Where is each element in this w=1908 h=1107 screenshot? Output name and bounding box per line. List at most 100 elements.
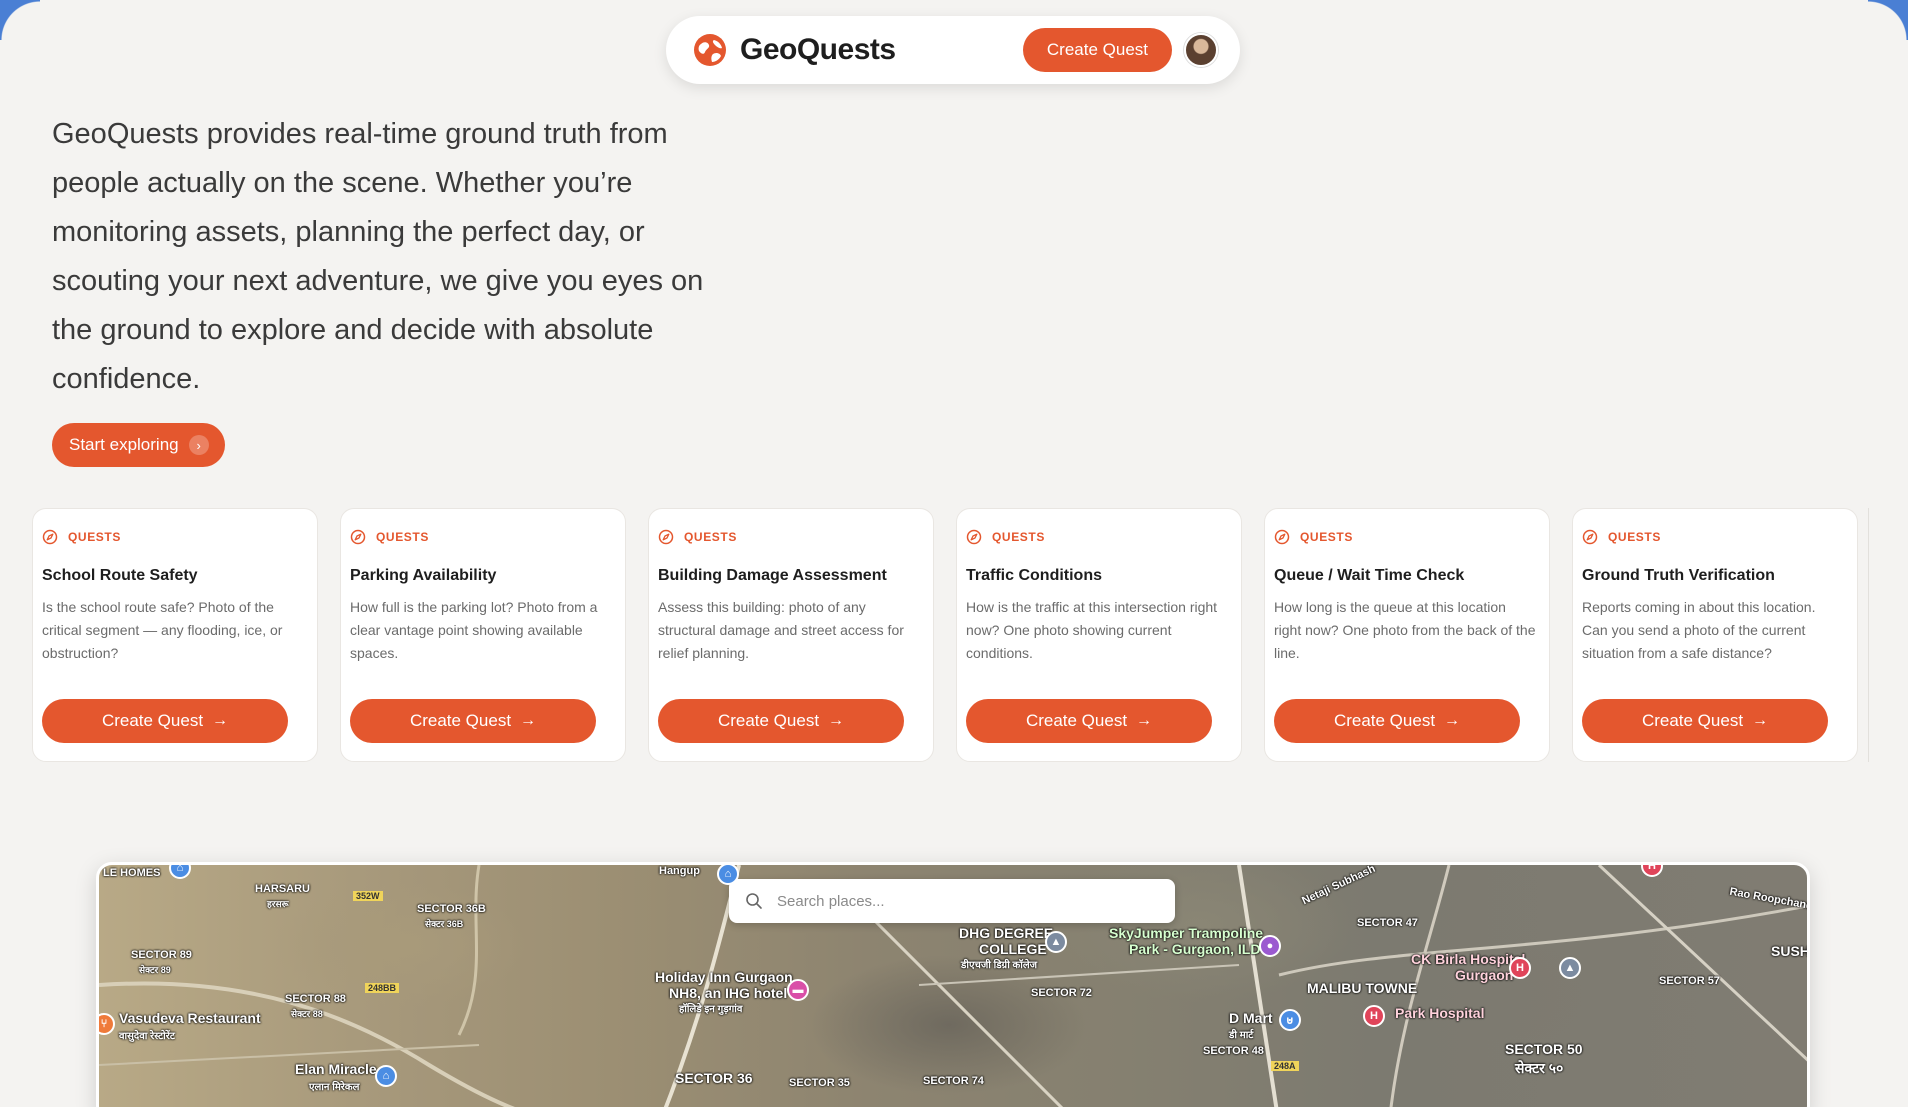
card-kicker-label: QUESTS: [684, 530, 737, 544]
quest-cards: QUESTS School Route Safety Is the school…: [32, 508, 1858, 762]
arrow-right-icon: →: [520, 712, 537, 729]
arrow-right-icon: →: [1752, 712, 1769, 729]
card-kicker-label: QUESTS: [1608, 530, 1661, 544]
map-label: Park Hospital: [1395, 1005, 1485, 1021]
map-label: हरसरू: [267, 899, 289, 909]
map-label: Park - Gurgaon, ILD: [1129, 941, 1261, 957]
next-card-edge: [1868, 508, 1873, 762]
create-quest-button[interactable]: Create Quest →: [42, 699, 288, 743]
map-label: SECTOR 48: [1203, 1045, 1264, 1057]
map-view[interactable]: LE HOMES HARSARU हरसरू SECTOR 89 सेक्टर …: [96, 862, 1810, 1107]
compass-icon: [966, 529, 982, 545]
chevron-right-icon: ›: [188, 435, 209, 455]
card-title: Building Damage Assessment: [658, 567, 887, 584]
arrow-right-icon: →: [212, 712, 229, 729]
arrow-right-icon: →: [1444, 712, 1461, 729]
shopping-pin-icon[interactable]: ⌂: [717, 865, 739, 885]
quest-card-building-damage: QUESTS Building Damage Assessment Assess…: [648, 508, 934, 762]
compass-icon: [658, 529, 674, 545]
avatar[interactable]: [1184, 33, 1218, 67]
create-quest-label: Create Quest: [1641, 711, 1744, 730]
card-kicker-label: QUESTS: [992, 530, 1045, 544]
map-label: Vasudeva Restaurant: [119, 1010, 261, 1026]
map-search-bar[interactable]: [729, 879, 1175, 923]
hospital-pin-icon[interactable]: H: [1363, 1005, 1385, 1027]
create-quest-button[interactable]: Create Quest →: [1274, 699, 1520, 743]
map-label: एलान मिरेकल: [309, 1082, 360, 1093]
shopping-pin-icon[interactable]: ⌂: [375, 1065, 397, 1087]
map-label: SECTOR 57: [1659, 975, 1720, 987]
create-quest-button[interactable]: Create Quest →: [966, 699, 1212, 743]
card-kicker-label: QUESTS: [68, 530, 121, 544]
school-pin-icon[interactable]: ▲: [1559, 957, 1581, 979]
search-icon: [746, 893, 762, 909]
attraction-pin-icon[interactable]: ●: [1259, 935, 1281, 957]
card-kicker: QUESTS: [1582, 529, 1837, 545]
card-kicker: QUESTS: [966, 529, 1221, 545]
map-label: COLLEGE: [979, 941, 1047, 957]
road-shield: 248A: [1271, 1061, 1299, 1071]
quest-card-ground-truth: QUESTS Ground Truth Verification Reports…: [1572, 508, 1858, 762]
compass-icon: [1274, 529, 1290, 545]
card-kicker: QUESTS: [42, 529, 297, 545]
card-kicker: QUESTS: [350, 529, 605, 545]
map-label: Gurgaon: [1455, 967, 1514, 983]
map-label: SECTOR 89: [131, 949, 192, 961]
create-quest-label: Create Quest: [101, 711, 204, 730]
road-shield: 352W: [353, 891, 383, 901]
map-label: Holiday Inn Gurgaon: [655, 969, 793, 985]
map-label: SUSH: [1771, 943, 1810, 959]
quest-card-queue: QUESTS Queue / Wait Time Check How long …: [1264, 508, 1550, 762]
compass-icon: [1582, 529, 1598, 545]
card-description: How full is the parking lot? Photo from …: [350, 599, 598, 661]
create-quest-label: Create Quest: [409, 711, 512, 730]
map-label: DHG DEGREE: [959, 925, 1054, 941]
create-quest-button[interactable]: Create Quest →: [658, 699, 904, 743]
map-label: SECTOR 50: [1505, 1041, 1583, 1057]
create-quest-label: Create Quest: [717, 711, 820, 730]
map-label: HARSARU: [255, 883, 310, 895]
hospital-pin-icon[interactable]: H: [1509, 957, 1531, 979]
card-title: Queue / Wait Time Check: [1274, 567, 1465, 584]
start-exploring-button[interactable]: Start exploring ›: [52, 423, 225, 467]
brand-name[interactable]: GeoQuests: [740, 33, 896, 67]
globe-logo-icon[interactable]: [692, 32, 728, 68]
create-quest-button[interactable]: Create Quest: [1022, 28, 1172, 72]
map-label: Hangup: [659, 865, 700, 877]
compass-icon: [350, 529, 366, 545]
compass-icon: [42, 529, 58, 545]
start-exploring-label: Start exploring: [69, 435, 179, 454]
map-label: SECTOR 36: [675, 1070, 753, 1086]
hotel-pin-icon[interactable]: ▬: [787, 979, 809, 1001]
card-description: How long is the queue at this location r…: [1274, 599, 1536, 661]
map-label: NH8, an IHG hotel: [669, 985, 788, 1001]
school-pin-icon[interactable]: ▲: [1045, 931, 1067, 953]
map-label: SkyJumper Trampoline: [1109, 925, 1264, 941]
window-corner-right: [1868, 0, 1908, 40]
cart-pin-icon[interactable]: ⊍: [1279, 1009, 1301, 1031]
map-label: सेक्टर ५०: [1515, 1060, 1564, 1076]
create-quest-button[interactable]: Create Quest →: [350, 699, 596, 743]
create-quest-label: Create Quest: [1025, 711, 1128, 730]
map-label: सेक्टर 88: [291, 1009, 323, 1019]
map-label: Elan Miracle: [295, 1061, 377, 1077]
card-description: How is the traffic at this intersection …: [966, 599, 1218, 661]
road-shield: 248BB: [365, 983, 400, 993]
hero-description: GeoQuests provides real-time ground trut…: [52, 118, 704, 395]
quest-card-parking: QUESTS Parking Availability How full is …: [340, 508, 626, 762]
quest-card-traffic: QUESTS Traffic Conditions How is the tra…: [956, 508, 1242, 762]
arrow-right-icon: →: [1136, 712, 1153, 729]
card-description: Assess this building: photo of any struc…: [658, 599, 904, 661]
card-title: Parking Availability: [350, 567, 497, 584]
map-label: SECTOR 74: [923, 1075, 984, 1087]
map-label: SECTOR 88: [285, 993, 346, 1005]
create-quest-button[interactable]: Create Quest →: [1582, 699, 1828, 743]
card-kicker: QUESTS: [1274, 529, 1529, 545]
map-search-input[interactable]: [775, 891, 1159, 911]
map-label: SECTOR 72: [1031, 987, 1092, 999]
create-quest-label: Create Quest: [1333, 711, 1436, 730]
card-kicker: QUESTS: [658, 529, 913, 545]
map-label: वासुदेवा रेस्टोरेंट: [119, 1031, 175, 1042]
map-label: डी मार्ट: [1229, 1030, 1254, 1041]
map-label: डीएचजी डिग्री कॉलेज: [961, 960, 1038, 971]
